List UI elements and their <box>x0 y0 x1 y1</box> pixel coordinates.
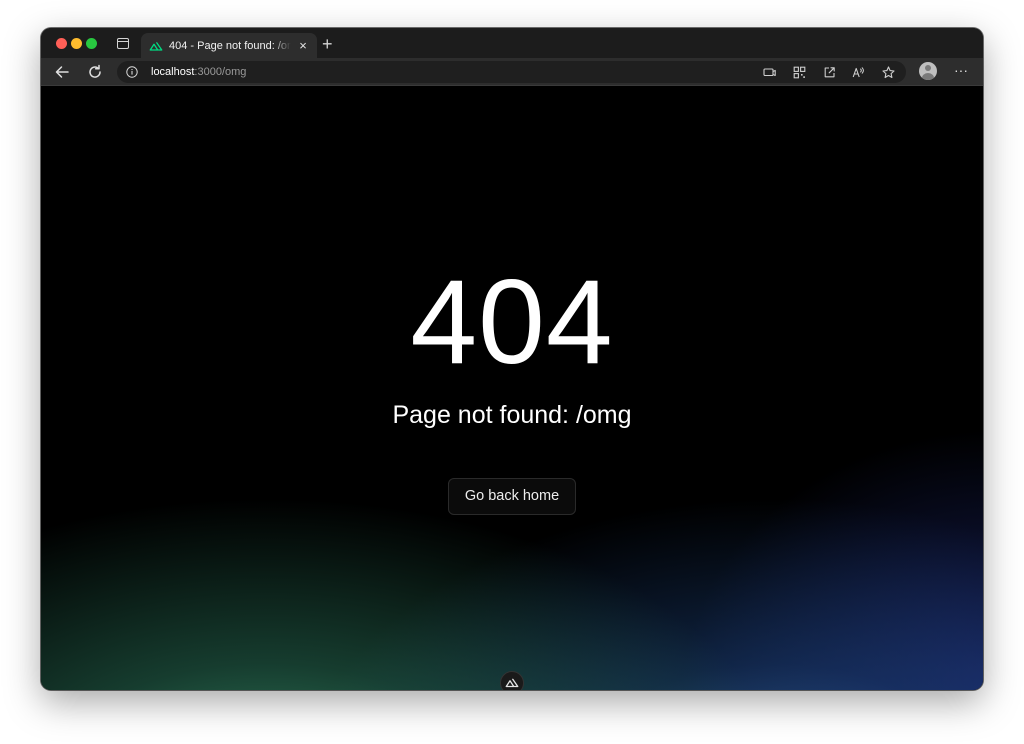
tab-actions-icon[interactable] <box>117 38 129 49</box>
nuxt-devtools-button[interactable] <box>500 671 524 690</box>
read-aloud-icon[interactable] <box>852 66 865 79</box>
url-host: localhost <box>151 66 195 78</box>
url-path: :3000/omg <box>194 66 247 78</box>
zoom-window-button[interactable] <box>86 38 97 49</box>
favorite-star-icon[interactable] <box>882 66 895 79</box>
close-window-button[interactable] <box>56 38 67 49</box>
minimize-window-button[interactable] <box>71 38 82 49</box>
qr-code-icon[interactable] <box>793 66 806 79</box>
url-text: localhost:3000/omg <box>151 66 246 78</box>
nuxt-logo-icon <box>505 678 519 688</box>
tab-title: 404 - Page not found: /omg | Nuxt <box>169 39 291 52</box>
address-bar[interactable]: localhost:3000/omg <box>117 61 906 83</box>
go-back-home-button[interactable]: Go back home <box>448 478 576 515</box>
info-icon[interactable] <box>126 66 138 78</box>
new-tab-button[interactable]: + <box>322 35 333 53</box>
reload-icon[interactable] <box>86 63 104 81</box>
page-content: 404 Page not found: /omg Go back home <box>41 86 983 690</box>
tab-close-icon[interactable]: × <box>297 39 309 52</box>
share-icon[interactable] <box>823 66 836 79</box>
more-icon[interactable]: ··· <box>954 63 968 77</box>
profile-avatar[interactable] <box>919 62 937 80</box>
error-status-code: 404 <box>410 255 614 389</box>
app-available-icon[interactable] <box>763 66 776 79</box>
tab-active[interactable]: 404 - Page not found: /omg | Nuxt × <box>141 33 317 58</box>
browser-toolbar: localhost:3000/omg ··· <box>41 58 983 86</box>
title-bar: 404 - Page not found: /omg | Nuxt × + <box>41 28 983 58</box>
browser-window: 404 - Page not found: /omg | Nuxt × + lo… <box>41 28 983 690</box>
nuxt-logo-icon <box>149 41 163 51</box>
error-message: Page not found: /omg <box>392 401 632 429</box>
back-arrow-icon[interactable] <box>53 63 71 81</box>
